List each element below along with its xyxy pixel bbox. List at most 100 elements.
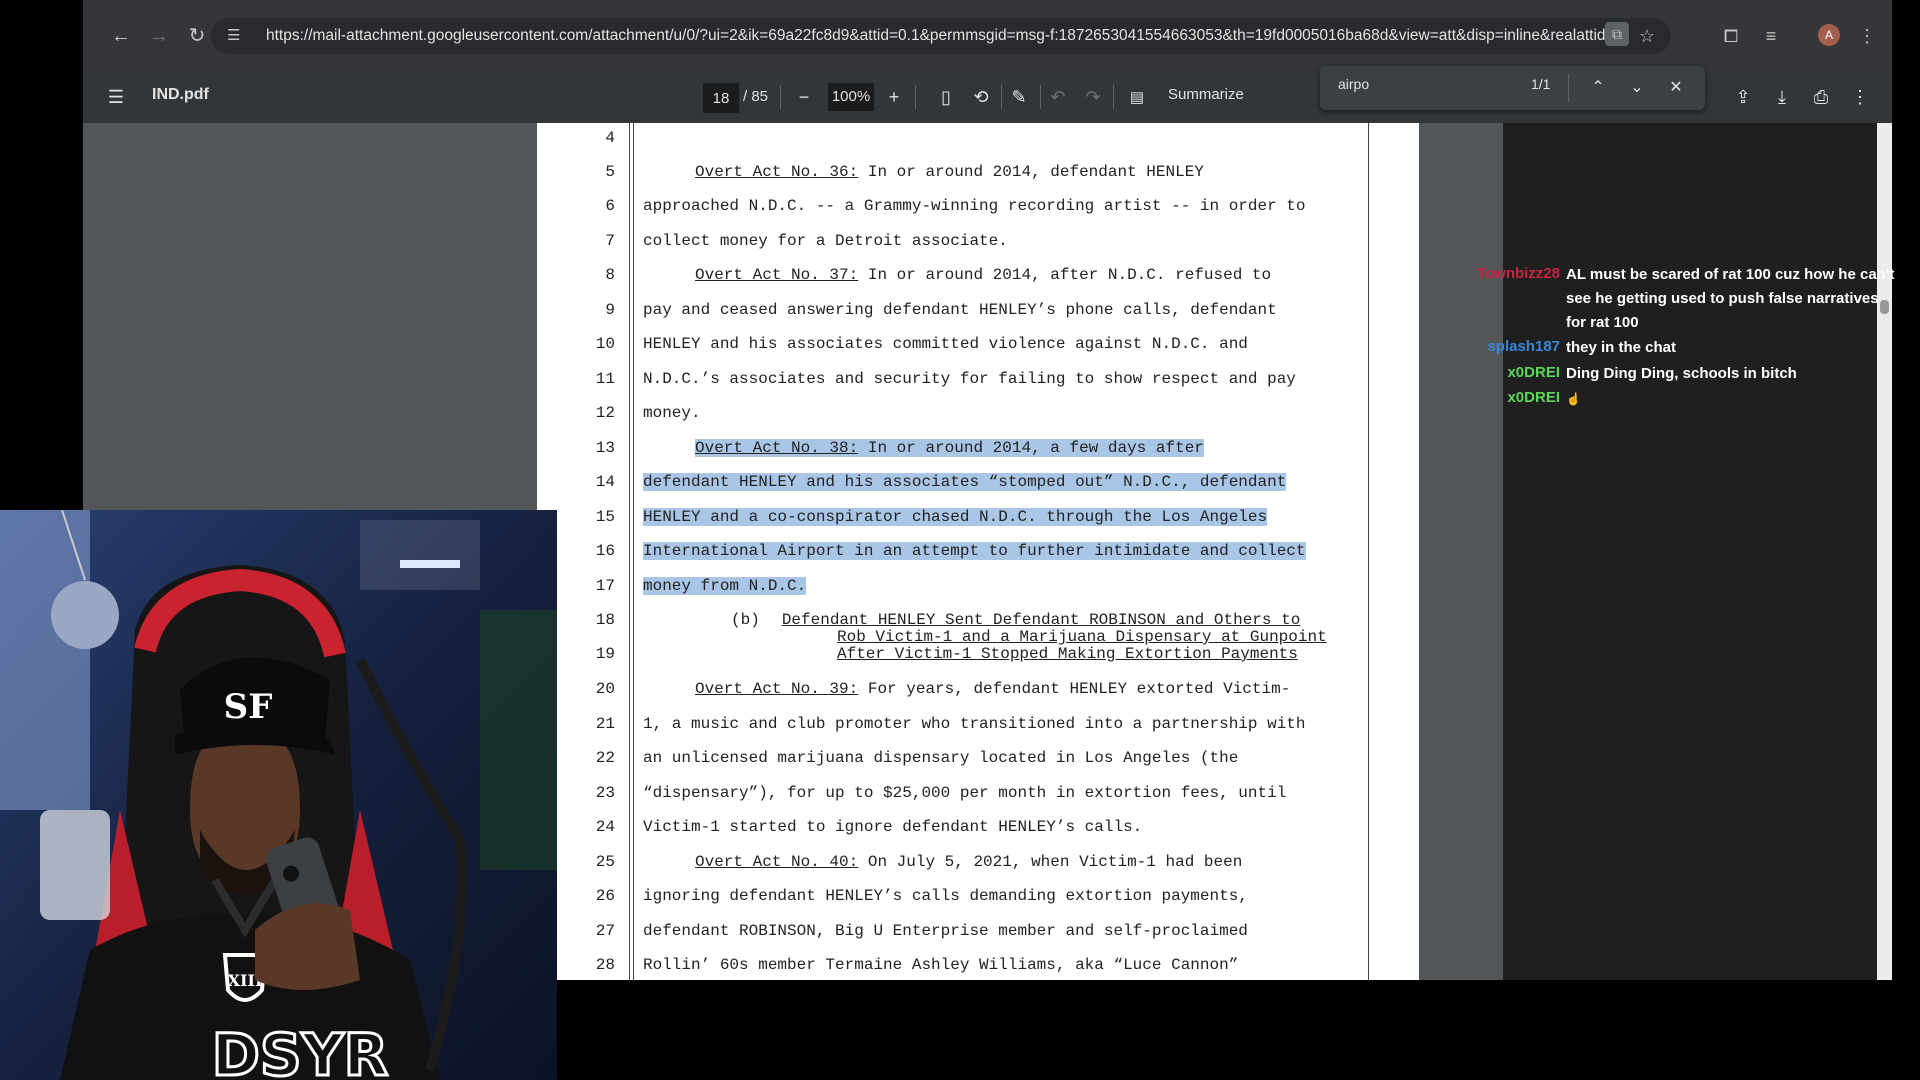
line-text: In or around 2014, defendant HENLEY [858,163,1204,181]
document-title: IND.pdf [152,86,209,103]
line-number: 13 [595,439,615,457]
line-text: In or around 2014, after N.D.C. refused … [858,266,1272,284]
underlined-text: Overt Act No. 40: [695,853,859,871]
line-text: HENLEY and his associates committed viol… [643,335,1248,353]
underlined-text: After Victim-1 Stopped Making Extortion … [837,645,1298,663]
line-number: 21 [595,715,615,733]
extensions-icon[interactable]: ⧠ [1717,22,1745,50]
document-line[interactable]: Victim-1 started to ignore defendant HEN… [643,818,1142,836]
chat-text: they in the chat [1566,339,1677,356]
document-line[interactable]: an unlicensed marijuana dispensary locat… [643,749,1238,767]
underlined-text: Rob Victim-1 and a Marijuana Dispensary … [837,628,1327,646]
document-line[interactable]: Overt Act No. 40: On July 5, 2021, when … [695,853,1242,871]
menu-kebab-icon[interactable]: ⋮ [1853,22,1881,50]
document-line[interactable]: money. [643,404,701,422]
close-icon[interactable]: ✕ [1662,74,1690,102]
find-input[interactable]: airpo [1338,76,1369,92]
chat-username: x0DREI [1507,389,1560,406]
summarize-icon[interactable]: ▤ [1124,85,1150,111]
chat-username: x0DREI [1507,364,1560,381]
pdf-page[interactable]: 4 5 Overt Act No. 36: In or around 2014, d… [537,123,1419,980]
line-text: approached N.D.C. -- a Grammy-winning re… [643,197,1306,215]
document-line[interactable]: N.D.C.’s associates and security for fai… [643,370,1296,388]
zoom-in-icon[interactable]: + [881,84,907,110]
forward-icon[interactable]: → [145,22,173,50]
underlined-text: Defendant HENLEY Sent Defendant ROBINSON… [781,611,1301,629]
scrollbar-track[interactable] [1877,123,1892,980]
media-control-icon[interactable]: ≡ [1757,22,1785,50]
draw-annotate-icon[interactable]: ✎ [1006,84,1032,110]
divider [1568,74,1569,102]
rotate-icon[interactable]: ⟲ [968,84,994,110]
line-number: 23 [595,784,615,802]
line-number: 26 [595,887,615,905]
line-number: 6 [605,197,615,215]
document-line[interactable]: Overt Act No. 36: In or around 2014, def… [695,163,1204,181]
document-line[interactable]: After Victim-1 Stopped Making Extortion … [837,645,1298,663]
line-number: 14 [595,473,615,491]
chat-text: Ding Ding Ding, schools in bitch [1566,365,1797,382]
document-line[interactable]: Overt Act No. 37: In or around 2014, aft… [695,266,1271,284]
document-line[interactable]: Rollin’ 60s member Termaine Ashley Willi… [643,956,1238,974]
document-line[interactable]: pay and ceased answering defendant HENLE… [643,301,1277,319]
more-options-icon[interactable]: ⋮ [1847,84,1873,110]
zoom-level[interactable]: 100% [828,83,874,111]
reload-icon[interactable]: ↻ [183,22,211,50]
margin-rule [633,123,634,980]
line-text: (b) [731,611,760,629]
chat-username: splash187 [1487,338,1560,355]
chat-username: Townbizz28 [1476,265,1560,282]
fit-page-icon[interactable]: ▯ [933,84,959,110]
undo-icon[interactable]: ↶ [1045,84,1071,110]
document-line[interactable]: HENLEY and his associates committed viol… [643,335,1248,353]
line-number: 20 [595,680,615,698]
document-line[interactable]: defendant HENLEY and his associates “sto… [643,473,1287,491]
download-icon[interactable]: ⤓ [1769,84,1795,110]
chat-emote: ☝️ [1566,392,1581,406]
drive-upload-icon[interactable]: ⇪ [1730,84,1756,110]
summarize-button[interactable]: Summarize [1168,86,1244,103]
line-number: 4 [605,129,615,147]
bookmark-star-icon[interactable]: ☆ [1633,22,1661,50]
sidebar-menu-icon[interactable]: ☰ [103,84,129,110]
divider [1001,85,1002,109]
line-number: 24 [595,818,615,836]
document-line[interactable]: International Airport in an attempt to f… [643,542,1306,560]
lens-icon[interactable]: ⧉ [1605,22,1629,46]
document-line[interactable]: (b) Defendant HENLEY Sent Defendant ROBIN… [731,611,1300,629]
document-line[interactable]: Overt Act No. 39: For years, defendant H… [695,680,1290,698]
document-line[interactable]: “dispensary”), for up to $25,000 per mon… [643,784,1286,802]
line-number: 28 [595,956,615,974]
line-text: defendant HENLEY and his associates “sto… [643,473,1287,491]
chevron-down-icon[interactable]: ⌄ [1623,74,1651,102]
profile-avatar[interactable]: A [1818,24,1840,46]
line-text: collect money for a Detroit associate. [643,232,1008,250]
divider [780,85,781,109]
page-number-input[interactable] [703,83,739,113]
document-line[interactable]: HENLEY and a co-conspirator chased N.D.C… [643,508,1268,526]
disco-ball [51,581,119,649]
line-number: 11 [595,370,615,388]
print-icon[interactable]: ⎙ [1808,84,1834,110]
line-number: 16 [595,542,615,560]
address-bar[interactable]: ☰ https://mail-attachment.googleusercont… [211,18,1671,54]
document-line[interactable]: approached N.D.C. -- a Grammy-winning re… [643,197,1306,215]
line-number: 7 [605,232,615,250]
chevron-up-icon[interactable]: ⌃ [1584,74,1612,102]
document-line[interactable]: Rob Victim-1 and a Marijuana Dispensary … [837,628,1327,646]
underlined-text: Overt Act No. 38: [695,439,859,457]
document-line[interactable]: 1, a music and club promoter who transit… [643,715,1306,733]
document-line[interactable]: defendant ROBINSON, Big U Enterprise mem… [643,922,1248,940]
document-line[interactable]: Overt Act No. 38: In or around 2014, a f… [695,439,1204,457]
divider [915,85,916,109]
margin-rule [629,123,630,980]
document-line[interactable]: money from N.D.C. [643,577,807,595]
zoom-out-icon[interactable]: − [791,84,817,110]
underlined-text: Overt Act No. 37: [695,266,859,284]
redo-icon[interactable]: ↷ [1080,84,1106,110]
url-text: https://mail-attachment.googleuserconten… [266,27,1619,44]
document-line[interactable]: collect money for a Detroit associate. [643,232,1008,250]
site-info-icon[interactable]: ☰ [227,26,247,46]
document-line[interactable]: ignoring defendant HENLEY’s calls demand… [643,887,1248,905]
back-icon[interactable]: ← [107,22,135,50]
